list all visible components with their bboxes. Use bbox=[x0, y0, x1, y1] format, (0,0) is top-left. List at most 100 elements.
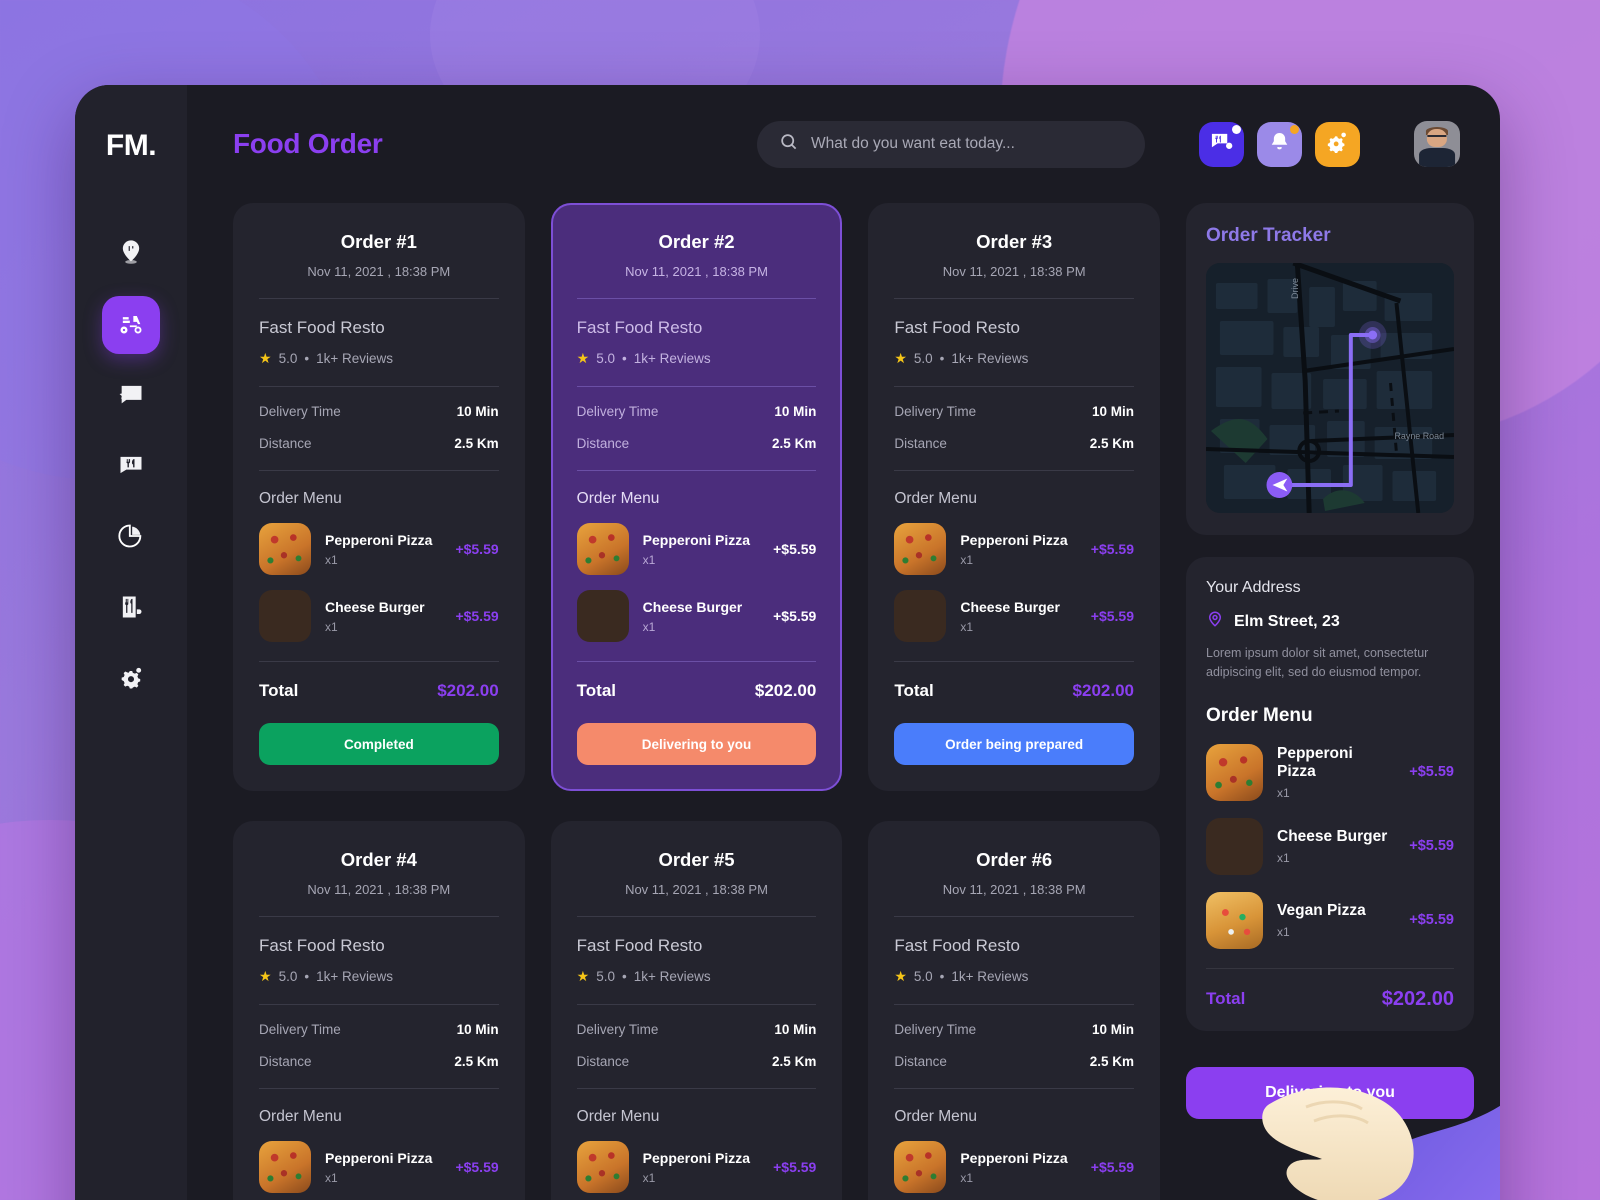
rating-row: ★ 5.0 • 1k+ Reviews bbox=[894, 350, 1134, 367]
order-total-label: Total bbox=[894, 681, 934, 700]
order-card[interactable]: Order #3 Nov 11, 2021 , 18:38 PM Fast Fo… bbox=[868, 203, 1160, 791]
sidebar-item-restaurant-locator[interactable] bbox=[102, 225, 160, 283]
restaurant-name: Fast Food Resto bbox=[894, 318, 1020, 337]
sidebar-item-messages[interactable] bbox=[102, 438, 160, 496]
delivery-time-row: Delivery Time 10 Min bbox=[894, 404, 1134, 419]
order-item: Pepperoni Pizza x1 +$5.59 bbox=[894, 523, 1134, 575]
food-thumbnail bbox=[576, 1141, 629, 1193]
restaurant-name: Fast Food Resto bbox=[894, 936, 1020, 955]
rating-row: ★ 5.0 • 1k+ Reviews bbox=[894, 968, 1134, 985]
distance-row: Distance 2.5 Km bbox=[577, 1054, 817, 1069]
rating-separator: • bbox=[304, 969, 310, 984]
order-item-price: +$5.59 bbox=[455, 1159, 499, 1175]
star-icon: ★ bbox=[259, 968, 272, 984]
star-icon: ★ bbox=[576, 968, 590, 984]
order-title: Order #3 bbox=[976, 231, 1053, 252]
avatar[interactable] bbox=[1414, 121, 1460, 167]
star-icon: ★ bbox=[894, 350, 907, 366]
content-area: Order #1 Nov 11, 2021 , 18:38 PM Fast Fo… bbox=[187, 203, 1500, 1200]
food-thumbnail bbox=[259, 1141, 311, 1193]
order-status-button[interactable]: Order being prepared bbox=[894, 723, 1134, 765]
order-item-price: +$5.59 bbox=[455, 608, 499, 624]
divider bbox=[576, 916, 817, 917]
settings-button[interactable] bbox=[1315, 121, 1360, 167]
order-item: Vegan Pizza x1 +$5.59 bbox=[1206, 891, 1454, 949]
divider bbox=[576, 1088, 817, 1089]
order-total-value: $202.00 bbox=[1072, 681, 1134, 700]
rail-total-value: $202.00 bbox=[1381, 987, 1454, 1010]
notifications-button[interactable] bbox=[1257, 121, 1302, 167]
divider bbox=[894, 1004, 1134, 1005]
order-item-name: Pepperoni Pizza bbox=[960, 531, 1068, 548]
order-item-name: Pepperoni Pizza bbox=[960, 1149, 1068, 1166]
order-item-name: Pepperoni Pizza bbox=[1277, 744, 1353, 780]
order-item: Pepperoni Pizza x1 +$5.59 bbox=[576, 1141, 816, 1193]
order-card[interactable]: Order #1 Nov 11, 2021 , 18:38 PM Fast Fo… bbox=[233, 203, 525, 791]
order-item-name: Pepperoni Pizza bbox=[642, 531, 751, 548]
restaurant-name: Fast Food Resto bbox=[576, 318, 703, 337]
order-item: Cheese Burger x1 +$5.59 bbox=[1206, 817, 1454, 875]
food-thumbnail bbox=[576, 523, 629, 575]
sidebar-item-settings[interactable] bbox=[102, 651, 160, 709]
orders-grid: Order #1 Nov 11, 2021 , 18:38 PM Fast Fo… bbox=[233, 203, 1160, 1200]
order-item-price: +$5.59 bbox=[1409, 764, 1454, 781]
star-icon: ★ bbox=[576, 350, 590, 366]
order-item-price: +$5.59 bbox=[1090, 1159, 1134, 1175]
sidebar-item-reviews[interactable] bbox=[102, 367, 160, 425]
star-icon: ★ bbox=[894, 968, 907, 984]
order-title: Order #4 bbox=[340, 849, 417, 870]
order-card[interactable]: Order #6 Nov 11, 2021 , 18:38 PM Fast Fo… bbox=[868, 821, 1160, 1200]
distance-row: Distance 2.5 Km bbox=[259, 1054, 499, 1069]
order-card[interactable]: Order #4 Nov 11, 2021 , 18:38 PM Fast Fo… bbox=[233, 821, 525, 1200]
order-card[interactable]: Order #5 Nov 11, 2021 , 18:38 PM Fast Fo… bbox=[550, 821, 843, 1200]
address-description: Lorem ipsum dolor sit amet, consectetur … bbox=[1206, 646, 1429, 680]
order-item-name: Vegan Pizza bbox=[1277, 901, 1366, 919]
gear-icon bbox=[117, 664, 145, 697]
order-date: Nov 11, 2021 , 18:38 PM bbox=[942, 882, 1086, 897]
divider bbox=[576, 470, 817, 471]
order-total-label: Total bbox=[576, 681, 617, 700]
sidebar-item-menu-manager[interactable] bbox=[102, 580, 160, 638]
order-date: Nov 11, 2021 , 18:38 PM bbox=[625, 882, 768, 897]
delivery-time-value: 10 Min bbox=[456, 404, 499, 419]
pie-chart-icon bbox=[117, 522, 145, 555]
rating-value: 5.0 bbox=[913, 351, 933, 366]
order-status-button[interactable]: Delivering to you bbox=[576, 723, 817, 765]
search-input[interactable] bbox=[811, 135, 1123, 153]
food-thumbnail bbox=[894, 523, 947, 575]
delivery-time-label: Delivery Time bbox=[259, 1022, 341, 1037]
order-card[interactable]: Order #2 Nov 11, 2021 , 18:38 PM Fast Fo… bbox=[550, 203, 843, 791]
search-bar[interactable] bbox=[757, 120, 1145, 168]
sidebar-item-analytics[interactable] bbox=[102, 509, 160, 567]
order-item-qty: x1 bbox=[1277, 924, 1290, 939]
distance-value: 2.5 Km bbox=[772, 436, 817, 451]
order-tracker-panel: Order Tracker Drive Rayne Road bbox=[1186, 203, 1474, 535]
delivering-cta-button[interactable]: Delivering to you bbox=[1186, 1066, 1474, 1119]
order-item-name: Cheese Burger bbox=[960, 598, 1060, 615]
messages-button[interactable] bbox=[1199, 121, 1244, 167]
address-value: Elm Street, 23 bbox=[1234, 612, 1340, 630]
tracker-map[interactable]: Drive Rayne Road bbox=[1206, 263, 1454, 513]
order-item-qty: x1 bbox=[325, 552, 338, 567]
order-menu-label: Order Menu bbox=[576, 490, 660, 507]
order-item-price: +$5.59 bbox=[455, 541, 499, 557]
divider bbox=[259, 470, 499, 471]
order-date: Nov 11, 2021 , 18:38 PM bbox=[625, 264, 768, 279]
restaurant-name: Fast Food Resto bbox=[259, 318, 385, 337]
search-icon bbox=[779, 132, 798, 156]
order-item-qty: x1 bbox=[960, 552, 974, 567]
reviews-count: 1k+ Reviews bbox=[951, 969, 1029, 984]
right-rail: Order Tracker Drive Rayne Road Your Addr… bbox=[1186, 203, 1474, 1200]
food-thumbnail bbox=[894, 1141, 947, 1193]
distance-row: Distance 2.5 Km bbox=[259, 436, 499, 451]
delivery-time-value: 10 Min bbox=[774, 404, 817, 419]
order-item-name: Pepperoni Pizza bbox=[642, 1149, 751, 1166]
order-status-button[interactable]: Completed bbox=[259, 723, 499, 765]
rail-total-label: Total bbox=[1206, 989, 1246, 1009]
delivery-time-row: Delivery Time 10 Min bbox=[259, 404, 499, 419]
distance-row: Distance 2.5 Km bbox=[894, 1054, 1134, 1069]
sidebar-item-delivery[interactable] bbox=[102, 296, 160, 354]
order-item-qty: x1 bbox=[1277, 850, 1290, 865]
divider bbox=[259, 1004, 499, 1005]
brand-logo: FM. bbox=[105, 129, 157, 162]
